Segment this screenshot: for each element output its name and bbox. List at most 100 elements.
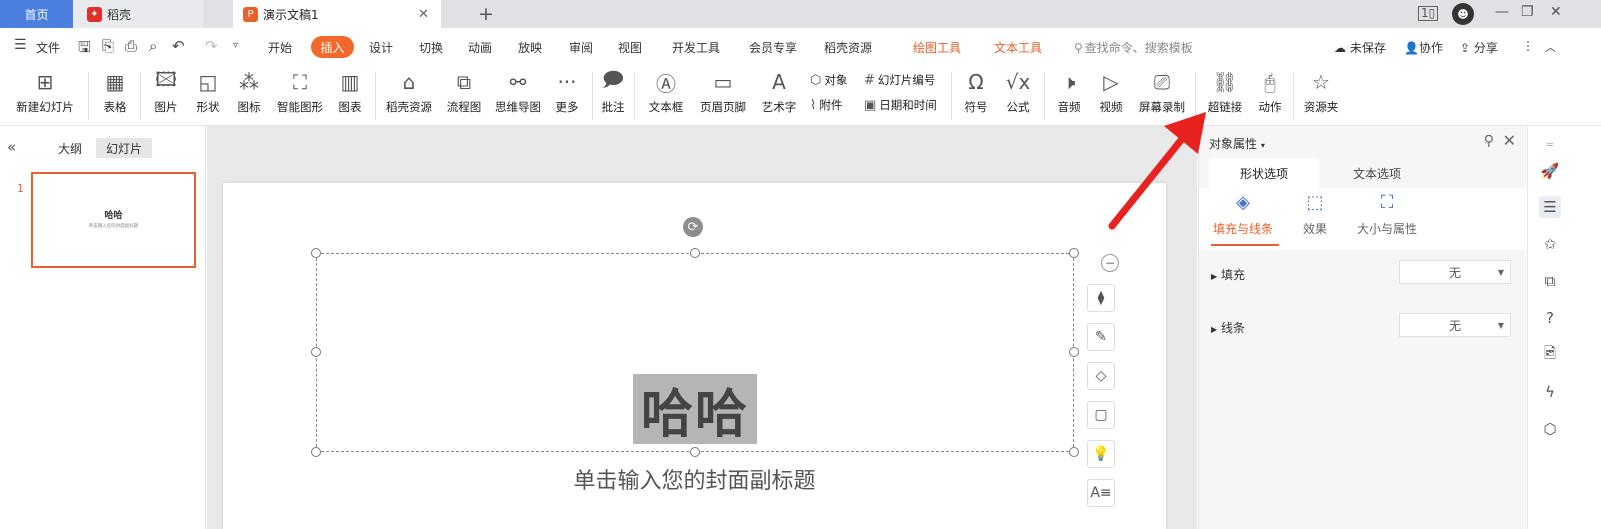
unsaved-status[interactable]: ☁ 未保存 (1334, 39, 1386, 56)
resize-handle[interactable] (311, 248, 321, 258)
textbox-button[interactable]: Ⓐ 文本框 (641, 66, 691, 122)
subtab-fill-line[interactable]: ◈ 填充与线条 (1213, 192, 1273, 237)
share-button[interactable]: ⇪ 分享 (1460, 39, 1498, 56)
image-edit-icon[interactable]: 🖻 (1539, 344, 1561, 366)
menu-drawing-tools[interactable]: 绘图工具 (913, 39, 961, 56)
undo-icon[interactable]: ↶ (172, 37, 185, 55)
menu-text-tools[interactable]: 文本工具 (994, 39, 1042, 56)
menu-daoke-resources[interactable]: 稻壳资源 (824, 39, 872, 56)
box-icon[interactable]: ⬡ (1539, 418, 1561, 440)
rocket-icon[interactable]: 🚀 (1539, 160, 1561, 182)
line-select[interactable]: 无 ▼ (1399, 313, 1511, 337)
screen-record-button[interactable]: ⎚ 屏幕录制 (1134, 66, 1190, 122)
customize-icon[interactable]: ▿ (233, 40, 238, 51)
fill-select[interactable]: 无 ▼ (1399, 260, 1511, 284)
resize-handle[interactable] (1069, 347, 1079, 357)
subtab-size-props[interactable]: ⛶ 大小与属性 (1357, 192, 1417, 237)
slide-number-button[interactable]: # 幻灯片编号 (864, 72, 935, 88)
search-command[interactable]: ⚲ 查找命令、搜索模板 (1074, 39, 1193, 56)
slide[interactable]: ⟳ 哈哈 单击输入您的封面副标题 (223, 183, 1166, 529)
menu-design[interactable]: 设计 (369, 39, 393, 56)
collapse-panel-icon[interactable]: « (7, 138, 16, 156)
smart-art-button[interactable]: ⛶ 智能图形 (272, 66, 328, 122)
line-section[interactable]: ▶ 线条 (1211, 319, 1245, 336)
more-button[interactable]: ··· 更多 (548, 66, 586, 122)
slide-thumbnail[interactable]: 哈哈 单击输入您的封面副标题 (31, 172, 196, 268)
menu-start[interactable]: 开始 (268, 39, 292, 56)
layout-icon[interactable]: 1▯ (1418, 6, 1439, 21)
layers-icon[interactable]: ⧫ (1087, 284, 1115, 312)
help-icon[interactable]: ? (1539, 307, 1561, 329)
menu-review[interactable]: 审阅 (569, 39, 593, 56)
object-button[interactable]: ⬡ 对象 (810, 72, 847, 88)
tab-shape-options[interactable]: 形状选项 (1209, 158, 1319, 188)
comment-button[interactable]: 🗩 批注 (597, 66, 629, 122)
collab-button[interactable]: 👤协作 (1404, 39, 1443, 56)
formula-button[interactable]: √x 公式 (998, 66, 1038, 122)
daoke-resources-button[interactable]: ⌂ 稻壳资源 (381, 66, 437, 122)
new-slide-button[interactable]: ⊞ 新建幻灯片 (8, 66, 82, 122)
avatar[interactable]: ☻ (1452, 3, 1474, 25)
tab-daoke[interactable]: ✦ 稻壳 (73, 0, 203, 28)
tab-document[interactable]: P 演示文稿1 ✕ (233, 0, 441, 28)
lightbulb-icon[interactable]: 💡 (1087, 440, 1115, 468)
resize-handle[interactable] (311, 447, 321, 457)
settings-sliders-icon[interactable]: ☰ (1539, 196, 1561, 218)
resize-handle[interactable] (690, 447, 700, 457)
close-window-icon[interactable]: ✕ (1550, 4, 1562, 20)
symbol-button[interactable]: Ω 符号 (956, 66, 996, 122)
print-icon[interactable]: ⎙ (125, 37, 137, 55)
table-button[interactable]: ▦ 表格 (95, 66, 135, 122)
close-tab-icon[interactable]: ✕ (418, 7, 429, 22)
resize-handle[interactable] (311, 347, 321, 357)
resize-handle[interactable] (690, 248, 700, 258)
audio-button[interactable]: 🕨 音频 (1049, 66, 1089, 122)
subtab-effects[interactable]: ⬚ 效果 (1303, 192, 1327, 237)
lightning-icon[interactable]: ϟ (1539, 381, 1561, 403)
slide-subtitle[interactable]: 单击输入您的封面副标题 (223, 463, 1166, 495)
collapse-toolbar-icon[interactable]: − (1101, 254, 1119, 272)
wordart-button[interactable]: A 艺术字 (754, 66, 804, 122)
resize-handle[interactable] (1069, 447, 1079, 457)
resource-folder-button[interactable]: ☆ 资源夹 (1298, 66, 1344, 122)
save-icon[interactable]: 🖫 (78, 37, 91, 62)
hyperlink-button[interactable]: ⛓ 超链接 (1200, 66, 1250, 122)
restore-icon[interactable]: ❐ (1521, 4, 1534, 20)
collapse-ribbon-icon[interactable]: ︿ (1545, 39, 1556, 55)
star-icon[interactable]: ✩ (1539, 233, 1561, 255)
properties-title[interactable]: 对象属性 ▾ (1209, 135, 1265, 152)
more-menu-icon[interactable]: ⋮ (1522, 39, 1534, 53)
new-tab-button[interactable]: + (478, 3, 494, 25)
hamburger-icon[interactable]: ☰ (14, 37, 27, 53)
header-footer-button[interactable]: ▭ 页眉页脚 (695, 66, 751, 122)
chart-button[interactable]: ▥ 图表 (330, 66, 370, 122)
pin-icon[interactable]: ⚲ (1484, 133, 1494, 149)
datetime-button[interactable]: ▣ 日期和时间 (864, 97, 937, 113)
text-format-icon[interactable]: A≡ (1087, 479, 1115, 507)
menu-view[interactable]: 视图 (618, 39, 642, 56)
tab-text-options[interactable]: 文本选项 (1327, 158, 1427, 188)
menu-insert[interactable]: 插入 (311, 36, 354, 58)
slide-title-text[interactable]: 哈哈 (633, 374, 757, 445)
tab-home[interactable]: 首页 (0, 0, 73, 28)
fill-section[interactable]: ▶ 填充 (1211, 266, 1245, 283)
mindmap-button[interactable]: ⚯ 思维导图 (490, 66, 546, 122)
menu-animation[interactable]: 动画 (468, 39, 492, 56)
menu-member[interactable]: 会员专享 (749, 39, 797, 56)
minimize-icon[interactable]: — (1495, 4, 1509, 20)
video-button[interactable]: ▷ 视频 (1091, 66, 1131, 122)
border-icon[interactable]: ▢ (1087, 401, 1115, 429)
slides-icon[interactable]: ⧉ (1539, 270, 1561, 292)
preview-icon[interactable]: ⌕ (149, 37, 157, 55)
menu-transition[interactable]: 切换 (419, 39, 443, 56)
tab-slides[interactable]: 幻灯片 (96, 138, 152, 158)
resize-handle[interactable] (1069, 248, 1079, 258)
close-panel-icon[interactable]: ✕ (1503, 131, 1516, 150)
picture-button[interactable]: 🖾 图片 (146, 66, 186, 122)
menu-file[interactable]: 文件 (36, 39, 60, 56)
brush-icon[interactable]: ✎ (1087, 323, 1115, 351)
icon-button[interactable]: ⁂ 图标 (229, 66, 269, 122)
tab-outline[interactable]: 大纲 (58, 140, 82, 157)
export-icon[interactable]: ⎘ (102, 37, 114, 55)
fill-bucket-icon[interactable]: ◇ (1087, 362, 1115, 390)
